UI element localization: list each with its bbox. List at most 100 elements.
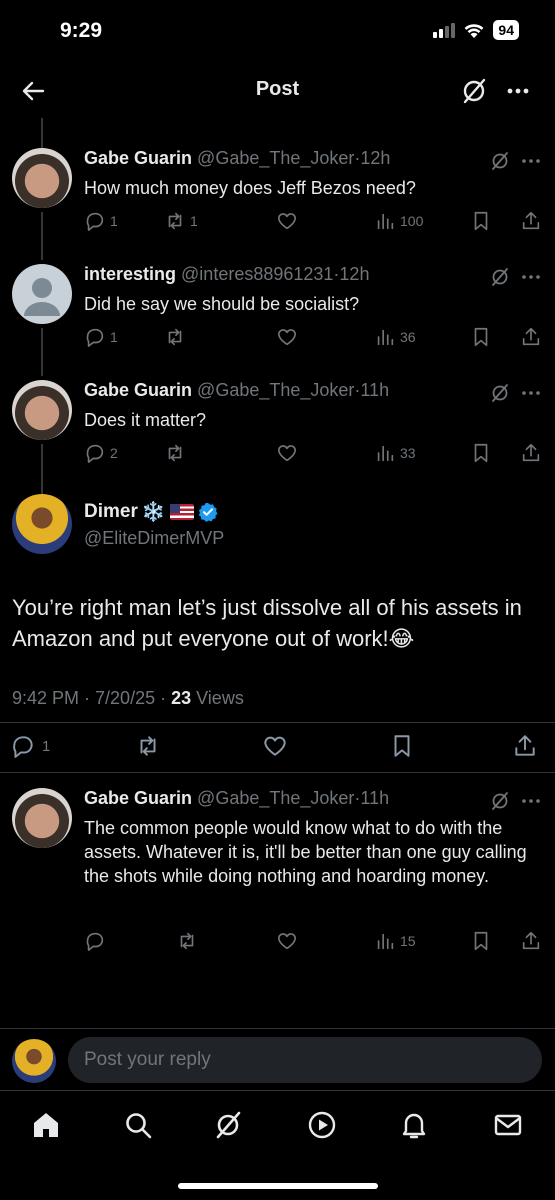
reply-button[interactable]: 1 [10,732,50,760]
repost-button[interactable]: 1 [164,208,198,234]
repost-button[interactable] [135,732,167,760]
grok-icon[interactable] [459,76,489,106]
reply-count: 2 [110,445,118,461]
views-button[interactable]: 33 [374,440,416,466]
home-icon[interactable] [30,1109,62,1141]
like-button[interactable] [276,440,302,466]
bookmark-icon [474,327,488,347]
battery-icon: 94 [493,20,519,40]
author-name[interactable]: Gabe Guarin [84,788,192,808]
grok-icon[interactable] [489,790,511,812]
bookmark-icon [394,735,410,757]
reply-button[interactable]: 1 [84,324,118,350]
share-button[interactable] [520,324,542,350]
bookmark-button[interactable] [470,324,492,350]
reply-header: interesting @interes88961231·12h [84,264,369,285]
author-handle[interactable]: @Gabe_The_Joker [197,788,354,808]
heart-icon [277,329,297,346]
reply-icon [86,444,104,463]
reply-count: 1 [42,737,51,755]
author-handle[interactable]: @interes88961231 [181,264,333,284]
author-name[interactable]: Gabe Guarin [84,380,192,400]
views-button[interactable]: 15 [374,928,416,954]
more-icon[interactable] [519,266,543,288]
grok-icon[interactable] [212,1109,244,1141]
grok-icon[interactable] [489,382,511,404]
search-icon[interactable] [122,1109,154,1141]
author-name[interactable]: interesting [84,264,176,284]
views-count: 100 [400,213,424,229]
default-avatar-icon [24,278,60,316]
reply-icon [86,932,104,951]
share-icon [522,211,540,230]
avatar[interactable] [12,494,72,554]
nav-bar: Post [0,64,555,118]
avatar[interactable] [12,1039,56,1083]
reply-icon [86,212,104,231]
repost-icon [168,212,182,230]
repost-button[interactable] [164,324,190,350]
reply-text: How much money does Jeff Bezos need? [84,178,416,198]
status-bar: 9:29 94 [0,0,555,64]
bookmark-button[interactable] [470,208,492,234]
bell-icon[interactable] [398,1109,430,1141]
action-bar: 1 36 [84,324,544,350]
repost-button[interactable] [164,440,190,466]
status-indicators: 94 [433,20,519,40]
share-button[interactable] [520,440,542,466]
bookmark-button[interactable] [470,440,492,466]
more-icon[interactable] [519,150,543,172]
wifi-icon [465,23,484,38]
reply-button[interactable] [84,928,110,954]
reply-button[interactable]: 2 [84,440,118,466]
share-button[interactable] [520,928,542,954]
views-label: Views [191,688,244,708]
more-icon[interactable] [503,76,533,106]
author-handle[interactable]: @Gabe_The_Joker [197,148,354,168]
bookmark-icon [474,931,488,951]
views-count[interactable]: 23 [171,688,191,708]
divider [0,722,555,723]
reply-input[interactable]: Post your reply [68,1037,542,1083]
more-icon[interactable] [519,382,543,404]
views-button[interactable]: 36 [374,324,416,350]
reply-count: 1 [110,213,118,229]
reply-icon [86,328,104,347]
verified-badge-icon [198,503,218,522]
author-name[interactable]: Gabe Guarin [84,148,192,168]
reply-button[interactable]: 1 [84,208,118,234]
avatar[interactable] [12,788,72,848]
more-icon[interactable] [519,790,543,812]
grok-icon[interactable] [489,266,511,288]
author-handle[interactable]: @EliteDimerMVP [84,528,224,549]
signal-icon [433,22,456,38]
avatar[interactable] [12,148,72,208]
thread-line [41,212,43,260]
share-button[interactable] [520,208,542,234]
views-count: 33 [400,445,416,461]
video-icon[interactable] [306,1109,338,1141]
like-button[interactable] [276,928,302,954]
mail-icon[interactable] [492,1109,524,1141]
like-button[interactable] [276,324,302,350]
reply-text: The common people would know what to do … [84,818,527,886]
share-icon [522,931,540,950]
share-button[interactable] [512,732,538,760]
avatar[interactable] [12,380,72,440]
home-indicator [178,1183,378,1189]
reply-text: Does it matter? [84,410,207,430]
like-button[interactable] [262,732,294,760]
grok-icon[interactable] [489,150,511,172]
thread-line [41,328,43,376]
author-handle[interactable]: @Gabe_The_Joker [197,380,354,400]
bookmark-button[interactable] [470,928,492,954]
like-button[interactable] [276,208,302,234]
views-button[interactable]: 100 [374,208,423,234]
avatar[interactable] [12,264,72,324]
reply-text: Did he say we should be socialist? [84,294,360,314]
author-name[interactable]: Dimer ❄️ [84,500,218,524]
views-icon [377,213,394,230]
views-count: 15 [400,933,416,949]
bookmark-button[interactable] [389,732,415,760]
repost-button[interactable] [176,928,202,954]
